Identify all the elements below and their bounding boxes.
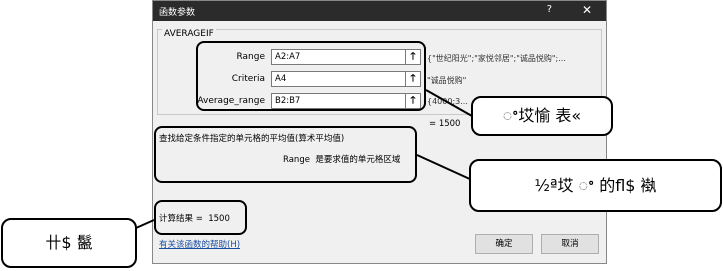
result-connector-line <box>135 219 155 229</box>
description-callout: ½ª㘷 ꢀ 的ﬂ$ 褹 <box>469 159 722 212</box>
description-connector-line <box>416 154 473 181</box>
arguments-callout: ꢀ㘷愉 表« <box>471 96 613 136</box>
result-callout: 卄$ 鬣 <box>1 218 137 268</box>
args-connector-line <box>425 89 473 117</box>
